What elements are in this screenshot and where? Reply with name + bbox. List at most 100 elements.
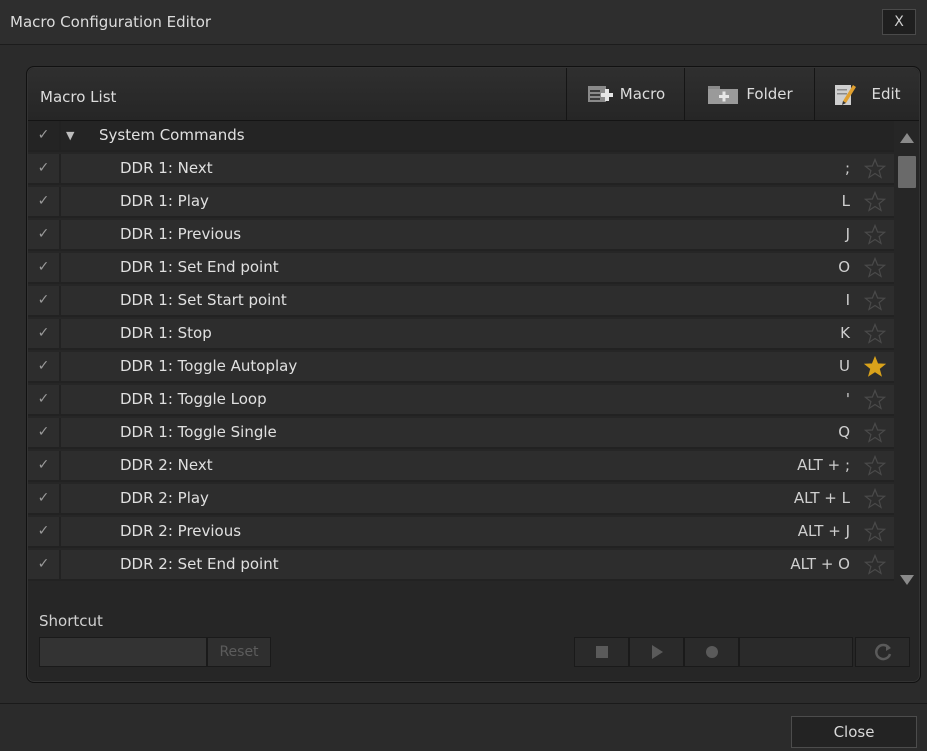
macro-row[interactable]: ✓ DDR 1: Toggle Single Q xyxy=(28,418,894,449)
macro-row[interactable]: ✓ DDR 2: Previous ALT + J xyxy=(28,517,894,548)
macro-row[interactable]: ✓ DDR 1: Set Start point I xyxy=(28,286,894,317)
macro-name: DDR 1: Set End point xyxy=(120,258,279,276)
group-enabled-check-icon[interactable]: ✓ xyxy=(28,121,61,150)
macro-row[interactable]: ✓ DDR 1: Toggle Loop ' xyxy=(28,385,894,416)
favorite-star-icon[interactable] xyxy=(864,356,886,378)
macro-enabled-check-icon[interactable]: ✓ xyxy=(28,484,61,513)
macro-shortcut-key: J xyxy=(845,225,850,243)
macro-enabled-check-icon[interactable]: ✓ xyxy=(28,352,61,381)
close-button[interactable]: Close xyxy=(791,716,917,748)
edit-icon xyxy=(833,81,857,107)
transport-blank-button[interactable] xyxy=(739,637,853,667)
favorite-star-icon[interactable] xyxy=(864,554,886,576)
macro-row[interactable]: ✓ DDR 1: Set End point O xyxy=(28,253,894,284)
record-button[interactable] xyxy=(684,637,739,667)
add-macro-icon xyxy=(586,82,614,106)
loop-button[interactable] xyxy=(855,637,910,667)
macro-enabled-check-icon[interactable]: ✓ xyxy=(28,451,61,480)
macro-name: DDR 1: Play xyxy=(120,192,209,210)
window-close-button[interactable]: X xyxy=(882,9,916,35)
scrollbar-thumb[interactable] xyxy=(898,156,916,188)
shortcut-input[interactable] xyxy=(39,637,207,667)
macro-enabled-check-icon[interactable]: ✓ xyxy=(28,220,61,249)
macro-row[interactable]: ✓ DDR 2: Play ALT + L xyxy=(28,484,894,515)
favorite-star-icon[interactable] xyxy=(864,224,886,246)
favorite-star-icon[interactable] xyxy=(864,422,886,444)
macro-enabled-check-icon[interactable]: ✓ xyxy=(28,385,61,414)
macro-enabled-check-icon[interactable]: ✓ xyxy=(28,517,61,546)
macro-shortcut-key: O xyxy=(838,258,850,276)
group-name: System Commands xyxy=(99,126,245,144)
favorite-star-icon[interactable] xyxy=(864,257,886,279)
macro-shortcut-key: Q xyxy=(838,423,850,441)
macro-name: DDR 2: Play xyxy=(120,489,209,507)
macro-list: ✓ ▼ System Commands ✓ DDR 1: Next; ✓ DDR 1:… xyxy=(28,121,894,591)
macro-row[interactable]: ✓ DDR 1: Play L xyxy=(28,187,894,218)
macro-shortcut-key: I xyxy=(845,291,850,309)
add-macro-button[interactable]: Macro xyxy=(566,68,684,120)
macro-name: DDR 1: Toggle Autoplay xyxy=(120,357,298,375)
macro-shortcut-key: ALT + J xyxy=(797,522,850,540)
macro-name: DDR 2: Previous xyxy=(120,522,242,540)
macro-list-header: Macro List Macro Folder Edit xyxy=(28,68,919,121)
scroll-down-arrow-icon[interactable] xyxy=(899,573,915,587)
macro-list-panel: Macro List Macro Folder Edit ✓ ▼ System … xyxy=(26,66,921,683)
window-title: Macro Configuration Editor xyxy=(10,13,212,31)
play-button[interactable] xyxy=(629,637,684,667)
play-icon xyxy=(651,645,663,659)
macro-name: DDR 1: Previous xyxy=(120,225,242,243)
macro-shortcut-key: ALT + L xyxy=(793,489,850,507)
shortcut-reset-button[interactable]: Reset xyxy=(207,637,271,667)
macro-name: DDR 2: Set End point xyxy=(120,555,279,573)
favorite-star-icon[interactable] xyxy=(864,191,886,213)
loop-refresh-icon xyxy=(874,643,891,661)
add-folder-label: Folder xyxy=(746,85,793,103)
dialog-footer: Close xyxy=(0,703,927,751)
add-folder-button[interactable]: Folder xyxy=(684,68,814,120)
list-scrollbar[interactable] xyxy=(896,125,918,591)
macro-row[interactable]: ✓ DDR 1: Stop K xyxy=(28,319,894,350)
favorite-star-icon[interactable] xyxy=(864,488,886,510)
favorite-star-icon[interactable] xyxy=(864,455,886,477)
shortcut-label: Shortcut xyxy=(39,612,103,630)
macro-row[interactable]: ✓ DDR 1: Previous J xyxy=(28,220,894,251)
add-folder-icon xyxy=(706,82,740,106)
stop-icon xyxy=(595,646,608,658)
macro-shortcut-key: K xyxy=(840,324,850,342)
macro-name: DDR 1: Set Start point xyxy=(120,291,287,309)
macro-shortcut-key: ALT + ; xyxy=(797,456,850,474)
macro-row[interactable]: ✓ DDR 2: Set End point ALT + O xyxy=(28,550,894,581)
macro-list-title: Macro List xyxy=(40,88,117,106)
macro-enabled-check-icon[interactable]: ✓ xyxy=(28,154,61,183)
edit-button[interactable]: Edit xyxy=(814,68,919,120)
macro-enabled-check-icon[interactable]: ✓ xyxy=(28,319,61,348)
macro-row[interactable]: ✓ DDR 2: Next ALT + ; xyxy=(28,451,894,482)
macro-shortcut-key: L xyxy=(841,192,850,210)
macro-name: DDR 1: Toggle Single xyxy=(120,423,277,441)
macro-row[interactable]: ✓ DDR 1: Toggle Autoplay U xyxy=(28,352,894,383)
scroll-up-arrow-icon[interactable] xyxy=(899,131,915,145)
macro-enabled-check-icon[interactable]: ✓ xyxy=(28,550,61,579)
macro-shortcut-key: U xyxy=(839,357,850,375)
macro-row[interactable]: ✓ DDR 1: Next; xyxy=(28,154,894,185)
group-row-system-commands[interactable]: ✓ ▼ System Commands xyxy=(28,121,894,152)
macro-enabled-check-icon[interactable]: ✓ xyxy=(28,418,61,447)
macro-shortcut-key: ' xyxy=(845,390,850,408)
macro-name: DDR 2: Next xyxy=(120,456,213,474)
macro-shortcut-key: ALT + O xyxy=(790,555,850,573)
favorite-star-icon[interactable] xyxy=(864,521,886,543)
macro-enabled-check-icon[interactable]: ✓ xyxy=(28,253,61,282)
macro-name: DDR 1: Stop xyxy=(120,324,212,342)
stop-button[interactable] xyxy=(574,637,629,667)
favorite-star-icon[interactable] xyxy=(864,158,886,180)
macro-enabled-check-icon[interactable]: ✓ xyxy=(28,187,61,216)
record-icon xyxy=(705,646,718,658)
edit-label: Edit xyxy=(871,85,901,103)
macro-enabled-check-icon[interactable]: ✓ xyxy=(28,286,61,315)
favorite-star-icon[interactable] xyxy=(864,389,886,411)
title-bar: Macro Configuration Editor X xyxy=(0,0,927,45)
favorite-star-icon[interactable] xyxy=(864,323,886,345)
add-macro-label: Macro xyxy=(619,85,666,103)
expand-triangle-icon[interactable]: ▼ xyxy=(66,121,74,150)
favorite-star-icon[interactable] xyxy=(864,290,886,312)
